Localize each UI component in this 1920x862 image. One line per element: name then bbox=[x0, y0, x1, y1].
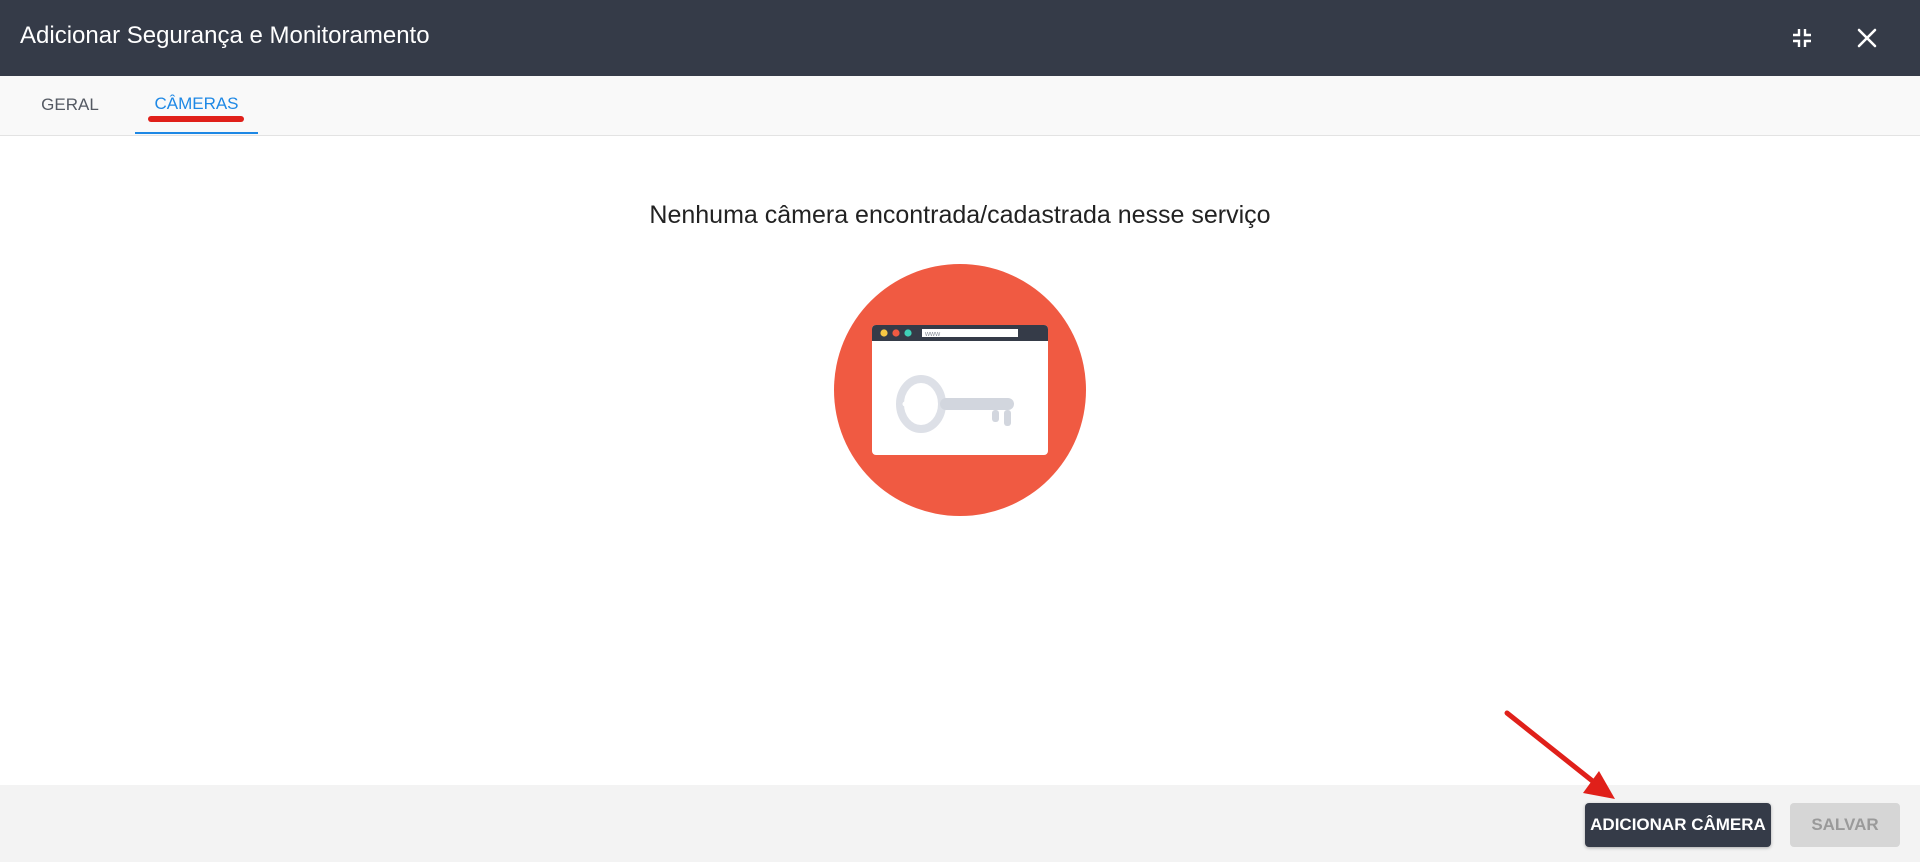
minimize-icon bbox=[1793, 29, 1811, 47]
annotation-arrow bbox=[1504, 710, 1615, 799]
save-button[interactable]: SALVAR bbox=[1790, 803, 1900, 847]
tab-geral[interactable]: GERAL bbox=[20, 76, 120, 134]
browser-key-illustration: www bbox=[834, 264, 1086, 516]
dialog-title: Adicionar Segurança e Monitoramento bbox=[20, 22, 430, 49]
tab-bar: GERAL CÂMERAS bbox=[0, 76, 1920, 136]
url-text: www bbox=[924, 331, 941, 338]
dialog-footer: ADICIONAR CÂMERA SALVAR bbox=[0, 785, 1920, 862]
add-security-monitoring-dialog: Adicionar Segurança e Monitoramento GERA… bbox=[0, 0, 1920, 862]
minimize-button[interactable] bbox=[1782, 18, 1822, 58]
annotation-underline bbox=[148, 116, 244, 122]
close-button[interactable] bbox=[1847, 18, 1887, 58]
close-icon bbox=[1857, 28, 1877, 48]
add-camera-button[interactable]: ADICIONAR CÂMERA bbox=[1585, 803, 1771, 847]
tab-cameras[interactable]: CÂMERAS bbox=[135, 76, 258, 134]
dialog-titlebar: Adicionar Segurança e Monitoramento bbox=[0, 0, 1920, 76]
empty-state-message: Nenhuma câmera encontrada/cadastrada nes… bbox=[649, 201, 1271, 229]
